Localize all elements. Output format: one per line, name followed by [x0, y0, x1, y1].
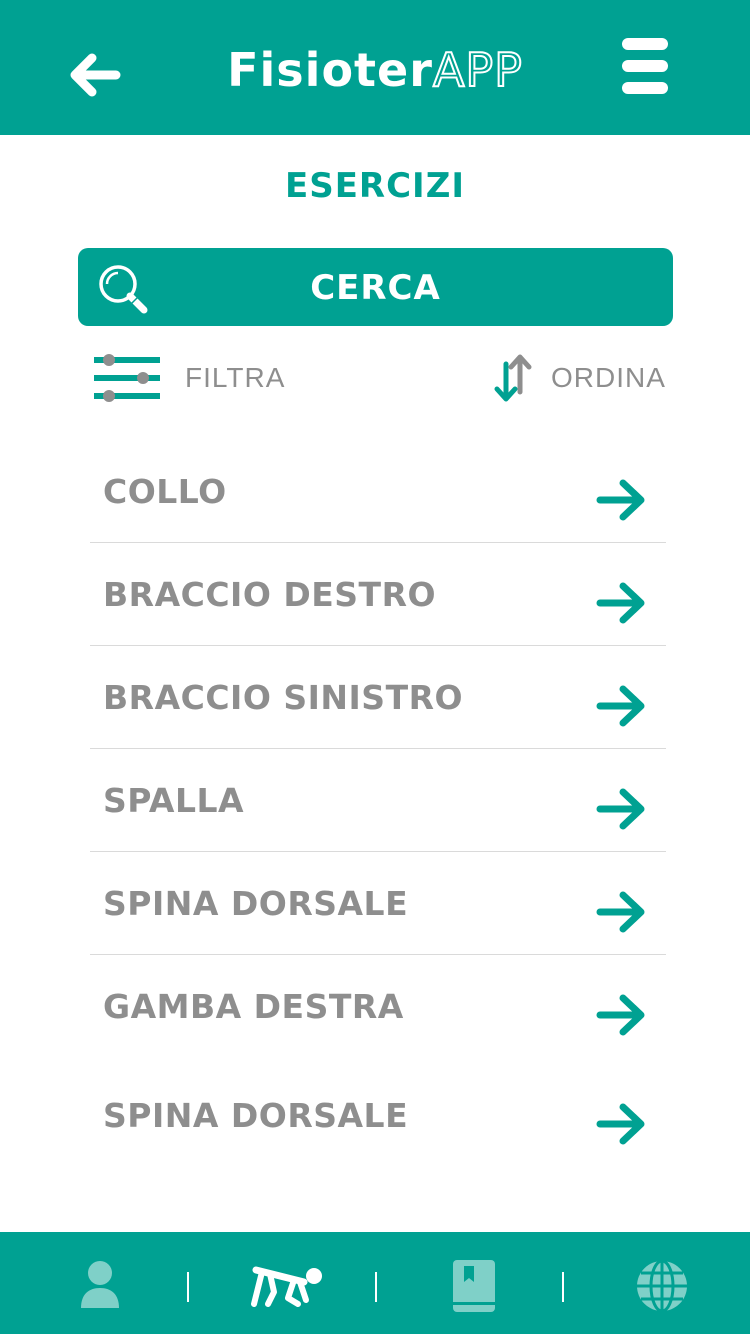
- nav-profile-button[interactable]: [70, 1256, 130, 1316]
- brand-main: Fisioter: [227, 43, 433, 97]
- list-item-label: GAMBA DESTRA: [103, 987, 404, 1026]
- bottom-navigation: [0, 1232, 750, 1334]
- hamburger-icon: [622, 38, 668, 50]
- list-item[interactable]: SPALLA: [90, 749, 666, 852]
- filter-button[interactable]: FILTRA: [92, 350, 302, 406]
- exercise-category-list: COLLO BRACCIO DESTRO BRACCIO SINISTRO SP…: [90, 440, 666, 1168]
- arrow-right-icon: [596, 685, 645, 727]
- globe-icon: [637, 1259, 687, 1313]
- brand-accent: APP: [432, 42, 523, 98]
- list-item[interactable]: COLLO: [90, 440, 666, 543]
- filter-label: FILTRA: [185, 362, 286, 393]
- arrow-right-icon: [596, 1103, 645, 1145]
- page-title: ESERCIZI: [284, 166, 466, 206]
- nav-library-button[interactable]: [444, 1256, 504, 1316]
- list-item[interactable]: SPINA DORSALE: [90, 852, 666, 955]
- nav-separator: [187, 1272, 189, 1302]
- sort-label: ORDINA: [551, 362, 666, 393]
- list-item-label: SPINA DORSALE: [103, 884, 409, 923]
- user-icon: [81, 1261, 119, 1308]
- sort-button[interactable]: ORDINA: [490, 350, 680, 406]
- book-icon: [453, 1260, 495, 1312]
- list-item-label: BRACCIO DESTRO: [103, 575, 437, 614]
- list-item[interactable]: BRACCIO DESTRO: [90, 543, 666, 646]
- list-item[interactable]: BRACCIO SINISTRO: [90, 646, 666, 749]
- arrow-right-icon: [596, 994, 645, 1036]
- menu-button[interactable]: [622, 38, 670, 96]
- list-item-label: COLLO: [103, 472, 227, 511]
- search-label: CERCA: [310, 268, 441, 308]
- nav-separator: [562, 1272, 564, 1302]
- arrow-right-icon: [596, 479, 645, 521]
- list-item-label: BRACCIO SINISTRO: [103, 678, 464, 717]
- list-item[interactable]: GAMBA DESTRA: [90, 955, 666, 1058]
- filter-icon: [94, 354, 160, 402]
- exercise-icon: [251, 1266, 322, 1307]
- arrow-right-icon: [596, 891, 645, 933]
- sort-icon: [494, 354, 532, 402]
- list-item[interactable]: SPINA DORSALE: [90, 1058, 666, 1168]
- arrow-right-icon: [596, 582, 645, 624]
- list-item-label: SPINA DORSALE: [103, 1096, 409, 1135]
- list-item-label: SPALLA: [103, 781, 245, 820]
- app-header: FisioterAPP: [0, 0, 750, 135]
- nav-separator: [375, 1272, 377, 1302]
- nav-language-button[interactable]: [632, 1256, 692, 1316]
- nav-exercises-button[interactable]: [248, 1256, 328, 1316]
- search-button[interactable]: CERCA: [78, 248, 673, 326]
- arrow-right-icon: [596, 788, 645, 830]
